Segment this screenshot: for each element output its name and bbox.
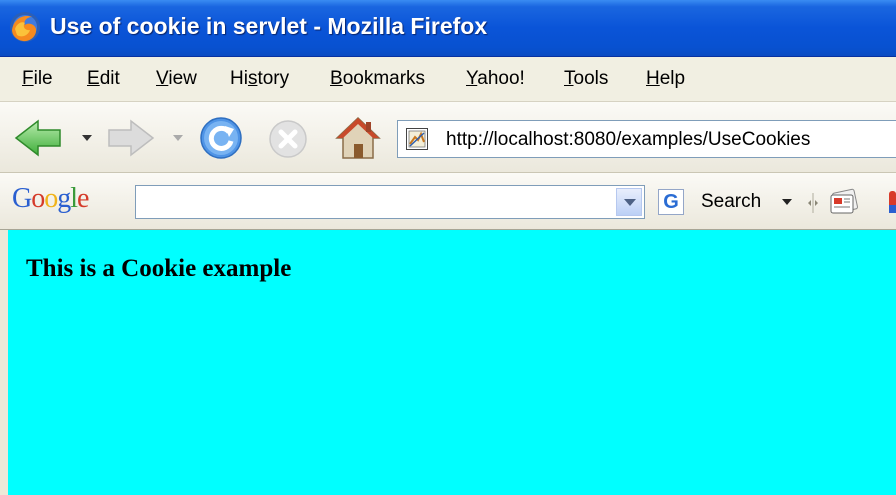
menu-help[interactable]: Help [646, 68, 685, 90]
page-content: This is a Cookie example [8, 230, 896, 495]
menu-yahoo[interactable]: Yahoo! [466, 68, 525, 90]
page-icon [406, 128, 428, 150]
forward-arrow-icon[interactable] [105, 118, 155, 158]
window-frame-edge [0, 230, 8, 495]
menu-bookmarks[interactable]: Bookmarks [330, 68, 425, 90]
firefox-icon [10, 12, 40, 42]
forward-history-dropdown[interactable] [173, 135, 183, 141]
search-options-dropdown[interactable] [782, 199, 792, 205]
google-toolbar: Google G Search [0, 173, 896, 230]
url-bar[interactable]: http://localhost:8080/examples/UseCookie… [397, 120, 896, 158]
menu-edit[interactable]: Edit [87, 68, 120, 90]
navigation-toolbar: http://localhost:8080/examples/UseCookie… [0, 102, 896, 173]
menu-history[interactable]: History [230, 68, 289, 90]
chevron-down-icon [624, 199, 636, 206]
menu-bar: File Edit View History Bookmarks Yahoo! … [0, 57, 896, 102]
reload-icon[interactable] [198, 115, 244, 161]
google-search-input[interactable] [140, 189, 604, 215]
url-text: http://localhost:8080/examples/UseCookie… [446, 129, 811, 150]
toolbar-separator-icon [808, 193, 818, 213]
pagerank-icon[interactable] [884, 189, 896, 217]
title-bar[interactable]: Use of cookie in servlet - Mozilla Firef… [0, 0, 896, 57]
search-history-dropdown[interactable] [616, 188, 642, 216]
page-heading: This is a Cookie example [26, 255, 292, 282]
google-search-box[interactable] [135, 185, 645, 219]
google-logo[interactable]: Google [12, 183, 89, 215]
back-arrow-icon[interactable] [14, 118, 64, 158]
home-icon[interactable] [334, 114, 382, 162]
window-title: Use of cookie in servlet - Mozilla Firef… [50, 13, 488, 39]
stop-icon[interactable] [266, 117, 310, 161]
news-icon[interactable] [828, 187, 860, 217]
menu-tools[interactable]: Tools [564, 68, 608, 90]
google-g-icon: G [658, 189, 684, 215]
menu-file[interactable]: File [22, 68, 53, 90]
menu-view[interactable]: View [156, 68, 197, 90]
back-history-dropdown[interactable] [82, 135, 92, 141]
search-button-label: Search [701, 191, 762, 212]
browser-window: Use of cookie in servlet - Mozilla Firef… [0, 0, 896, 495]
